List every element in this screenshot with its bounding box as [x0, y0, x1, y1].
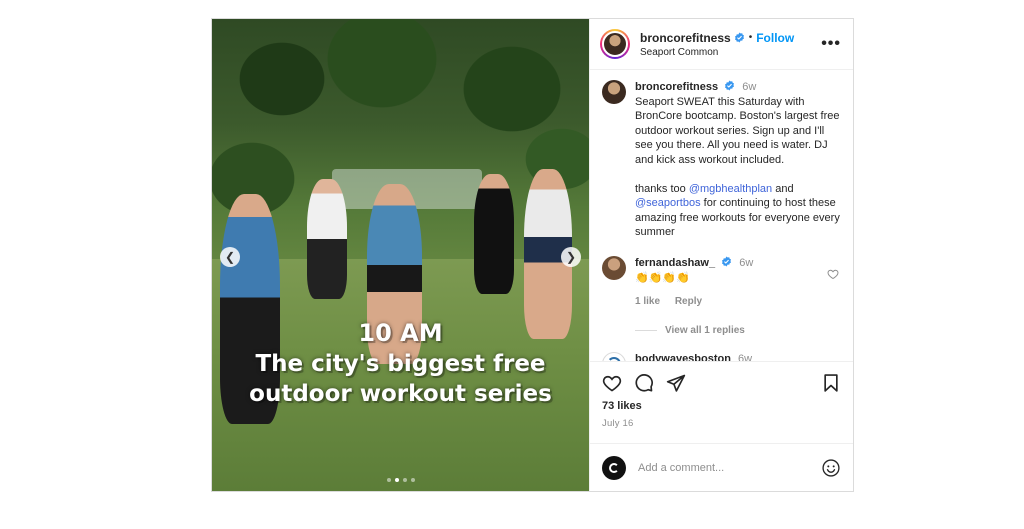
verified-badge-icon [725, 80, 735, 91]
comments-section[interactable]: broncorefitness 6w Seaport SWEAT this Sa… [590, 70, 853, 361]
post-header: broncorefitness • Follow Seaport Common … [590, 19, 853, 70]
post-date[interactable]: July 16 [602, 418, 841, 429]
comment-icon[interactable] [634, 373, 654, 393]
caption-username[interactable]: broncorefitness [635, 81, 718, 93]
comment-time: 6w [739, 256, 754, 269]
bookmark-icon[interactable] [821, 373, 841, 393]
avatar[interactable] [602, 351, 626, 361]
verified-badge-icon [722, 255, 732, 267]
comment-input[interactable] [638, 461, 821, 474]
overlay-text-line3: outdoor workout series [249, 381, 552, 407]
participant-figure [474, 174, 514, 294]
avatar[interactable] [602, 455, 626, 480]
heart-icon[interactable] [827, 268, 839, 280]
reply-button[interactable]: Reply [675, 296, 702, 307]
instagram-post: 10 AM The city's biggest free outdoor wo… [211, 18, 854, 492]
caption-text: Seaport SWEAT this Saturday with BronCor… [635, 95, 840, 239]
participant-figure [307, 179, 347, 299]
avatar[interactable] [600, 29, 630, 59]
view-replies-button[interactable]: View all 1 replies [635, 325, 841, 336]
more-options-icon[interactable]: ••• [821, 35, 841, 53]
carousel-dot[interactable] [394, 478, 399, 482]
comment-text: 👏👏👏👏 [635, 271, 690, 284]
chevron-left-icon[interactable]: ❮ [220, 247, 240, 267]
add-comment-bar [590, 443, 853, 491]
verified-badge-icon [734, 32, 744, 43]
follow-button[interactable]: Follow [756, 31, 794, 45]
header-username[interactable]: broncorefitness [640, 31, 731, 45]
emoji-icon[interactable] [821, 458, 841, 478]
post-media[interactable]: 10 AM The city's biggest free outdoor wo… [212, 19, 589, 491]
overlay-text-line2: The city's biggest free [255, 351, 546, 377]
caption-time: 6w [742, 81, 757, 93]
avatar[interactable] [602, 255, 626, 280]
post-caption: broncorefitness 6w Seaport SWEAT this Sa… [602, 80, 841, 240]
overlay-text-time: 10 AM [358, 319, 443, 347]
mention-link[interactable]: @mgbhealthplan [689, 183, 772, 195]
comment-item: bodywavesboston 6w 🔥🔥🔥 [602, 351, 841, 362]
avatar[interactable] [602, 80, 626, 104]
header-separator: • [748, 32, 753, 43]
comment-username[interactable]: fernandashaw_ [635, 257, 715, 269]
carousel-dot[interactable] [386, 478, 391, 482]
carousel-dots [212, 478, 589, 482]
mention-link[interactable]: @seaportbos [635, 197, 701, 209]
likes-count[interactable]: 73 likes [602, 400, 841, 412]
comment-item: fernandashaw_ 6w 👏👏👏👏 1 like Reply [602, 255, 841, 309]
comment-likes-count[interactable]: 1 like [635, 296, 660, 307]
comment-time: 6w [738, 352, 753, 362]
location-link[interactable]: Seaport Common [640, 47, 821, 58]
post-sidebar: broncorefitness • Follow Seaport Common … [589, 19, 853, 491]
action-bar: 73 likes July 16 [590, 361, 853, 443]
comment-username[interactable]: bodywavesboston [635, 353, 731, 362]
share-icon[interactable] [666, 373, 686, 393]
carousel-dot[interactable] [410, 478, 415, 482]
carousel-dot[interactable] [402, 478, 407, 482]
chevron-right-icon[interactable]: ❯ [561, 247, 581, 267]
heart-icon[interactable] [602, 373, 622, 393]
